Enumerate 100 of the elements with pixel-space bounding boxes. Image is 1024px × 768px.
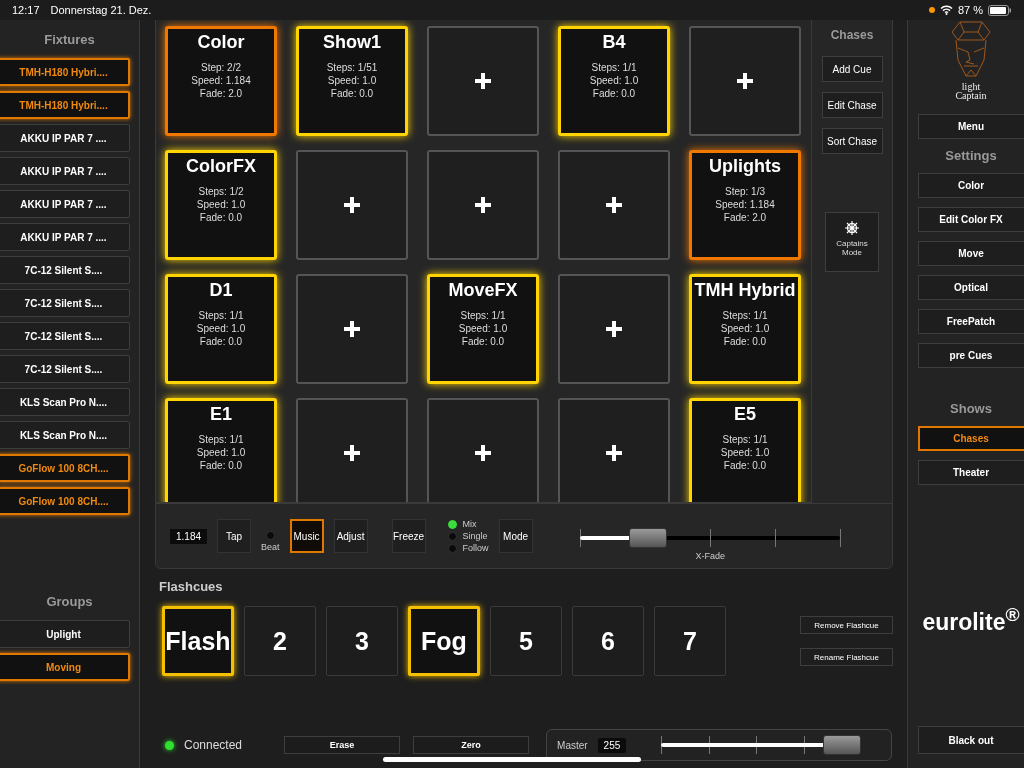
chase-info: Speed: 1.0 bbox=[196, 198, 246, 211]
chase-pad[interactable]: B4 Steps: 1/1 Speed: 1.0 Fade: 0.0 bbox=[558, 26, 670, 136]
chase-info: Speed: 1.0 bbox=[720, 322, 770, 335]
mode-option[interactable]: Mix bbox=[447, 519, 489, 529]
chase-pad[interactable]: TMH Hybrid Steps: 1/1 Speed: 1.0 Fade: 0.0 bbox=[689, 274, 801, 384]
fixture-button[interactable]: 7C-12 Silent S.... bbox=[0, 256, 130, 284]
control-button[interactable]: Adjust bbox=[333, 519, 368, 553]
fixture-button[interactable]: 7C-12 Silent S.... bbox=[0, 355, 130, 383]
chase-info: Speed: 1.0 bbox=[720, 446, 770, 459]
chase-info: Fade: 0.0 bbox=[199, 459, 243, 472]
fixture-button[interactable]: 7C-12 Silent S.... bbox=[0, 322, 130, 350]
chase-action-button[interactable]: Sort Chase bbox=[821, 128, 883, 154]
speed-readout: 1.184 bbox=[170, 528, 208, 544]
empty-pad[interactable] bbox=[296, 398, 408, 502]
chase-title: Color bbox=[197, 32, 245, 53]
settings-button[interactable]: pre Cues bbox=[918, 343, 1024, 368]
flashcue-pad[interactable]: Flash bbox=[162, 606, 234, 676]
flashcue-pad[interactable]: 2 bbox=[244, 606, 316, 676]
chase-info: Steps: 1/1 bbox=[722, 433, 768, 446]
ship-wheel-icon bbox=[845, 221, 859, 235]
fixture-button[interactable]: 7C-12 Silent S.... bbox=[0, 289, 130, 317]
flashcue-pad[interactable]: 7 bbox=[654, 606, 726, 676]
plus-icon bbox=[474, 196, 492, 214]
chase-action-button[interactable]: Add Cue bbox=[821, 56, 883, 82]
plus-icon bbox=[605, 320, 623, 338]
settings-button[interactable]: Edit Color FX bbox=[918, 207, 1024, 232]
mode-option[interactable]: Follow bbox=[447, 543, 489, 553]
settings-button[interactable]: Color bbox=[918, 173, 1024, 198]
captains-mode-button[interactable]: Captains Mode bbox=[825, 212, 879, 272]
chase-pad[interactable]: MoveFX Steps: 1/1 Speed: 1.0 Fade: 0.0 bbox=[427, 274, 539, 384]
flashcue-pad[interactable]: Fog bbox=[408, 606, 480, 676]
chase-pad[interactable]: Show1 Steps: 1/51 Speed: 1.0 Fade: 0.0 bbox=[296, 26, 408, 136]
settings-button[interactable]: FreePatch bbox=[918, 309, 1024, 334]
fixture-button[interactable]: GoFlow 100 8CH.... bbox=[0, 487, 130, 515]
footer-button[interactable]: Erase bbox=[284, 736, 401, 754]
chase-pad[interactable]: ColorFX Steps: 1/2 Speed: 1.0 Fade: 0.0 bbox=[165, 150, 277, 260]
show-button[interactable]: Theater bbox=[918, 460, 1024, 485]
plus-icon bbox=[474, 72, 492, 90]
empty-pad[interactable] bbox=[689, 26, 801, 136]
plus-icon bbox=[474, 444, 492, 462]
menu-button[interactable]: Menu bbox=[918, 114, 1024, 139]
mode-button[interactable]: Mode bbox=[498, 519, 533, 553]
chase-title: TMH Hybrid bbox=[694, 280, 796, 301]
plus-icon bbox=[343, 320, 361, 338]
group-button[interactable]: Uplight bbox=[0, 620, 130, 648]
flashcue-action-button[interactable]: Remove Flashcue bbox=[800, 616, 893, 634]
flashcue-action-button[interactable]: Rename Flashcue bbox=[800, 648, 893, 666]
chase-pad[interactable]: E5 Steps: 1/1 Speed: 1.0 Fade: 0.0 bbox=[689, 398, 801, 502]
settings-button[interactable]: Optical bbox=[918, 275, 1024, 300]
empty-pad[interactable] bbox=[296, 274, 408, 384]
fixture-button[interactable]: TMH-H180 Hybri.... bbox=[0, 58, 130, 86]
fixture-button[interactable]: AKKU IP PAR 7 .... bbox=[0, 190, 130, 218]
chase-info: Steps: 1/1 bbox=[591, 61, 637, 74]
chase-pad[interactable]: Color Step: 2/2 Speed: 1.184 Fade: 2.0 bbox=[165, 26, 277, 136]
chase-pad[interactable]: E1 Steps: 1/1 Speed: 1.0 Fade: 0.0 bbox=[165, 398, 277, 502]
plus-icon bbox=[605, 444, 623, 462]
fixture-button[interactable]: KLS Scan Pro N.... bbox=[0, 388, 130, 416]
fixtures-heading: Fixtures bbox=[43, 31, 96, 49]
empty-pad[interactable] bbox=[427, 26, 539, 136]
flashcue-pad[interactable]: 6 bbox=[572, 606, 644, 676]
group-button[interactable]: Moving bbox=[0, 653, 130, 681]
chase-action-button[interactable]: Edit Chase bbox=[821, 92, 883, 118]
empty-pad[interactable] bbox=[427, 150, 539, 260]
fixture-button[interactable]: AKKU IP PAR 7 .... bbox=[0, 223, 130, 251]
mode-option[interactable]: Single bbox=[447, 531, 489, 541]
settings-button[interactable]: Move bbox=[918, 241, 1024, 266]
chases-heading: Chases bbox=[830, 27, 874, 44]
control-button[interactable]: Music bbox=[289, 519, 324, 553]
fixture-button[interactable]: TMH-H180 Hybri.... bbox=[0, 91, 130, 119]
logo-wordmark: light Captain bbox=[954, 82, 988, 100]
control-button[interactable]: Freeze bbox=[391, 519, 426, 553]
shows-heading: Shows bbox=[949, 401, 993, 416]
chase-title: E1 bbox=[210, 404, 232, 425]
show-button[interactable]: Chases bbox=[918, 426, 1024, 451]
empty-pad[interactable] bbox=[427, 398, 539, 502]
blackout-button[interactable]: Black out bbox=[918, 726, 1024, 754]
fixture-button[interactable]: AKKU IP PAR 7 .... bbox=[0, 157, 130, 185]
wifi-icon bbox=[939, 5, 953, 15]
empty-pad[interactable] bbox=[296, 150, 408, 260]
flashcue-pad[interactable]: 3 bbox=[326, 606, 398, 676]
chase-title: Uplights bbox=[709, 156, 781, 177]
chase-info: Speed: 1.184 bbox=[715, 198, 775, 211]
chase-pad[interactable]: D1 Steps: 1/1 Speed: 1.0 Fade: 0.0 bbox=[165, 274, 277, 384]
flashcue-pad[interactable]: 5 bbox=[490, 606, 562, 676]
battery-percent: 87 % bbox=[957, 4, 983, 16]
plus-icon bbox=[343, 196, 361, 214]
chase-info: Steps: 1/1 bbox=[198, 309, 244, 322]
footer-button[interactable]: Zero bbox=[413, 736, 530, 754]
fixture-button[interactable]: GoFlow 100 8CH.... bbox=[0, 454, 130, 482]
empty-pad[interactable] bbox=[558, 274, 670, 384]
empty-pad[interactable] bbox=[558, 150, 670, 260]
chase-info: Fade: 2.0 bbox=[199, 87, 243, 100]
fixture-button[interactable]: KLS Scan Pro N.... bbox=[0, 421, 130, 449]
empty-pad[interactable] bbox=[558, 398, 670, 502]
chase-title: MoveFX bbox=[448, 280, 518, 301]
tap-button[interactable]: Tap bbox=[217, 519, 252, 553]
groups-heading: Groups bbox=[45, 593, 94, 611]
fixture-button[interactable]: AKKU IP PAR 7 .... bbox=[0, 124, 130, 152]
chase-info: Speed: 1.0 bbox=[196, 446, 246, 459]
chase-pad[interactable]: Uplights Step: 1/3 Speed: 1.184 Fade: 2.0 bbox=[689, 150, 801, 260]
